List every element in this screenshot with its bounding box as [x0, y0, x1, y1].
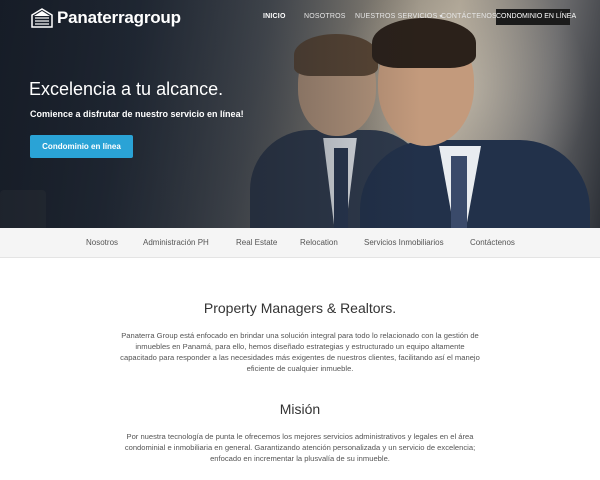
subnav-item-real-estate[interactable]: Real Estate [236, 238, 277, 248]
hero-title: Excelencia a tu alcance. [29, 79, 224, 99]
condominio-en-linea-nav-button[interactable]: CONDOMINIO EN LÍNEA [496, 9, 576, 25]
nav-item-inicio[interactable]: INICIO [263, 12, 286, 22]
subnav-item-administracion-ph[interactable]: Administración PH [143, 238, 209, 248]
intro-heading: Property Managers & Realtors. [203, 300, 397, 316]
mission-paragraph: Por nuestra tecnología de punta le ofrec… [124, 432, 476, 463]
nav-item-nosotros[interactable]: NOSOTROS [304, 12, 346, 22]
services-navigation: Nosotros Administración PH Real Estate R… [0, 228, 600, 258]
nav-item-nuestros-servicios[interactable]: NUESTROS SERVICIOS ▾ [355, 12, 443, 22]
top-navigation: Panaterragroup INICIO NOSOTROS NUESTROS … [0, 0, 600, 36]
subnav-item-contactenos[interactable]: Contáctenos [470, 238, 515, 248]
intro-paragraph: Panaterra Group está enfocado en brindar… [120, 331, 480, 373]
building-logo-icon [31, 8, 53, 28]
mission-heading: Misión [279, 401, 321, 417]
subnav-item-relocation[interactable]: Relocation [300, 238, 338, 248]
subnav-item-servicios-inmobiliarios[interactable]: Servicios Inmobiliarios [364, 238, 444, 248]
brand-logo-link[interactable]: Panaterragroup [31, 8, 181, 28]
nav-item-contactenos[interactable]: CONTÁCTENOS [441, 12, 497, 22]
hero-subtitle: Comience a disfrutar de nuestro servicio… [30, 109, 244, 119]
subnav-item-nosotros[interactable]: Nosotros [86, 238, 118, 248]
nav-item-nuestros-servicios-label: NUESTROS SERVICIOS [355, 13, 438, 20]
condominio-en-linea-button[interactable]: Condominio en línea [30, 135, 133, 158]
brand-name: Panaterragroup [57, 8, 181, 27]
